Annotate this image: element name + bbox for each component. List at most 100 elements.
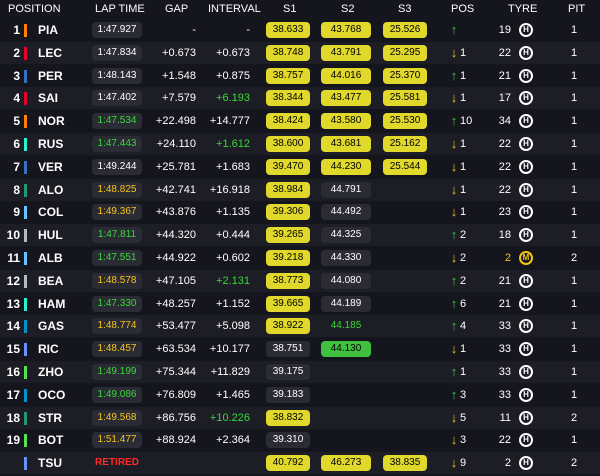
driver-code: STR (38, 410, 62, 425)
arrow-up-icon: ↑ (450, 227, 458, 243)
team-color-bar (24, 320, 27, 334)
gap-value: +24.110 (156, 138, 196, 150)
table-row[interactable]: 18 STR 1:49.568 +86.756 +10.226 38.832 ↓ 5 11 H 2 (0, 406, 600, 429)
pit-stops: 2 (570, 252, 578, 264)
gap-value: +88.924 (155, 434, 196, 447)
table-row[interactable]: 13 HAM 1:47.330 +48.257 +1.152 39.665 44.189 ↑ 6… (0, 292, 600, 315)
team-color-bar (24, 138, 27, 151)
medium-tyre-icon: M (518, 250, 534, 266)
tyre-age: 22 (498, 46, 511, 59)
gap-value: +44.922 (155, 252, 196, 264)
team-color-bar (24, 434, 27, 448)
driver-code: TSU (38, 456, 62, 471)
pit-stops: 1 (570, 138, 578, 150)
lap-time: RETIRED (95, 457, 139, 469)
pit-stops: 1 (570, 115, 578, 128)
pit-stops: 1 (570, 69, 578, 82)
sector-3-time: 25.544 (383, 158, 427, 175)
arrow-up-icon: ↑ (450, 318, 458, 334)
gap-value: +43.876 (155, 206, 196, 219)
table-row[interactable]: 15 RIC 1:48.457 +63.534 +10.177 38.751 44.130 ↓… (0, 338, 600, 361)
table-row[interactable]: 8 ALO 1:48.825 +42.741 +16.918 38.984 44.791 ↓ 1… (0, 178, 600, 201)
position-number: 16 (6, 365, 20, 379)
tyre-age: 21 (498, 297, 511, 310)
table-row[interactable]: 17 OCO 1:49.086 +76.809 +1.465 39.183 ↑ 3 33 H 1 (0, 383, 600, 406)
table-row[interactable]: 19 BOT 1:51.477 +88.924 +2.364 39.310 ↓ 3 22 H 1 (0, 429, 600, 452)
tyre-compound-letter: H (523, 47, 529, 57)
table-row[interactable]: 6 RUS 1:47.443 +24.110 +1.612 38.600 43.681 25.… (0, 133, 600, 155)
positions-changed: 1 (460, 343, 467, 356)
header-s3: S3 (398, 3, 412, 15)
sector-2-time: 44.080 (321, 272, 371, 289)
position-number: 7 (13, 159, 20, 174)
table-row[interactable]: 4 SAI 1:47.402 +7.579 +6.193 38.344 43.477 25.5… (0, 87, 600, 110)
tyre-age: 2 (504, 457, 511, 470)
position-number: 1 (13, 23, 20, 37)
driver-code: VER (38, 159, 63, 174)
tyre-age: 33 (498, 366, 511, 378)
gap-value: +1.548 (162, 69, 196, 82)
tyre-compound-letter: H (523, 207, 529, 217)
table-row[interactable]: TSU RETIRED 40.792 46.273 38.835 ↓ 9 2 H 2 (0, 452, 600, 475)
sector-2-time: 44.330 (321, 250, 371, 266)
sector-2-time: 43.768 (321, 22, 371, 38)
table-row[interactable]: 3 PER 1:48.143 +1.548 +0.875 38.757 44.016 25.3… (0, 64, 600, 87)
pit-stops: 1 (570, 320, 578, 333)
tyre-age: 21 (498, 69, 511, 82)
sector-3-time: 25.530 (383, 113, 427, 130)
interval-value: +1.683 (216, 160, 250, 173)
gap-value: +42.741 (155, 183, 196, 196)
table-row[interactable]: 10 HUL 1:47.811 +44.320 +0.444 39.265 44.325 ↑ 2… (0, 224, 600, 247)
arrow-up-icon: ↑ (450, 67, 458, 83)
lap-time: 1:48.774 (92, 318, 142, 335)
table-row[interactable]: 11 ALB 1:47.551 +44.922 +0.602 39.218 44.330 ↓ 2… (0, 247, 600, 269)
position-number: 8 (13, 182, 20, 197)
tyre-age: 22 (498, 183, 511, 196)
header-s2: S2 (341, 3, 355, 15)
positions-changed: 3 (460, 388, 467, 401)
driver-code: LEC (38, 45, 62, 60)
pit-stops: 1 (570, 206, 578, 219)
sector-2-time: 44.791 (321, 181, 371, 198)
tyre-age: 22 (498, 138, 511, 150)
interval-value: +1.152 (216, 297, 250, 310)
pit-stops: 1 (570, 434, 578, 447)
table-row[interactable]: 1 PIA 1:47.927 - - 38.633 43.768 25.526 ↑ 19 H 1 (0, 19, 600, 41)
table-row[interactable]: 2 LEC 1:47.834 +0.673 +0.673 38.748 43.791 25.2… (0, 41, 600, 64)
position-number: 10 (6, 228, 20, 243)
team-color-bar (24, 411, 27, 425)
table-row[interactable]: 12 BEA 1:48.578 +47.105 +2.131 38.773 44.080 ↑ 2… (0, 269, 600, 292)
lap-time: 1:47.927 (92, 22, 142, 38)
sector-2-time: 44.189 (321, 295, 371, 312)
team-color-bar (24, 388, 27, 402)
interval-value: +0.875 (216, 69, 250, 82)
position-number: 12 (6, 273, 20, 288)
header-gap: GAP (165, 3, 189, 15)
table-row[interactable]: 5 NOR 1:47.534 +22.498 +14.777 38.424 43.580 25… (0, 110, 600, 133)
table-row[interactable]: 9 COL 1:49.367 +43.876 +1.135 39.306 44.492 ↓ 1 2… (0, 201, 600, 224)
hard-tyre-icon: H (518, 90, 534, 106)
arrow-up-icon: ↑ (450, 386, 458, 402)
header-s1: S1 (283, 3, 297, 15)
table-row[interactable]: 14 GAS 1:48.774 +53.477 +5.098 38.922 44.185 ↑ 4… (0, 315, 600, 338)
table-row[interactable]: 16 ZHO 1:49.199 +75.344 +11.829 39.175 ↑ 1 33 H 1 (0, 361, 600, 383)
tyre-compound-letter: H (523, 116, 529, 126)
pit-stops: 1 (570, 274, 578, 287)
pit-stops: 1 (570, 183, 578, 196)
sector-3-time: 25.162 (383, 136, 427, 152)
interval-value: +10.177 (209, 343, 250, 356)
position-number: 17 (6, 387, 20, 402)
hard-tyre-icon: H (518, 455, 534, 471)
sector-2-time: 44.130 (321, 341, 371, 358)
gap-value: - (192, 24, 196, 36)
positions-changed (460, 19, 474, 41)
driver-code: PER (38, 68, 63, 83)
table-row[interactable]: 7 VER 1:49.244 +25.781 +1.683 39.470 44.230 25.… (0, 155, 600, 178)
driver-code: BEA (38, 273, 64, 288)
arrow-up-icon: ↑ (450, 272, 458, 288)
gap-value: +0.673 (162, 46, 196, 59)
tyre-age: 33 (498, 320, 511, 333)
lap-time: 1:47.551 (92, 250, 142, 266)
sector-2-time: 43.477 (321, 90, 371, 107)
driver-code: HUL (38, 228, 63, 243)
